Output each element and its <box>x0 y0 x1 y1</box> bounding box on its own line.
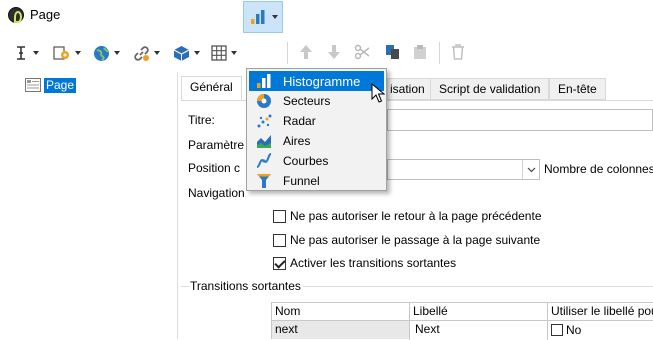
radar-icon <box>255 112 273 130</box>
pie-chart-icon <box>255 92 273 110</box>
menu-item-label: Radar <box>283 114 316 128</box>
enable-transitions-checkbox[interactable] <box>273 256 286 270</box>
chevron-down-icon <box>154 51 160 55</box>
histogram-icon <box>255 72 273 90</box>
chevron-down-icon <box>527 167 535 172</box>
menu-item-histogram[interactable]: Histogramme <box>249 71 384 91</box>
no-next-checkbox[interactable] <box>273 233 286 247</box>
arrow-up-icon <box>300 45 312 59</box>
text-cursor-icon <box>17 46 25 60</box>
funnel-icon <box>255 172 273 190</box>
column-header-label[interactable]: Libellé <box>410 303 548 321</box>
chevron-down-icon <box>272 15 278 19</box>
table-icon <box>211 45 227 61</box>
app-logo-icon <box>8 7 24 23</box>
menu-item-area[interactable]: Aires <box>249 131 384 151</box>
menu-item-label: Histogramme <box>283 73 361 89</box>
tab-personnalisation-label: isation <box>390 82 425 96</box>
menu-item-label: Aires <box>283 134 311 148</box>
insert-link-button[interactable] <box>133 40 160 66</box>
no-back-label: Ne pas autoriser le retour à la page pré… <box>290 209 542 223</box>
page-layout-icon <box>25 78 41 92</box>
copy-button[interactable] <box>385 44 401 63</box>
title-label: Titre: <box>188 113 215 127</box>
bar-chart-icon <box>251 10 265 24</box>
enable-transitions-label: Activer les transitions sortantes <box>290 256 457 270</box>
chevron-down-icon <box>33 51 39 55</box>
delete-button[interactable] <box>451 44 465 63</box>
menu-item-line[interactable]: Courbes <box>249 151 384 171</box>
no-back-checkbox-row[interactable]: Ne pas autoriser le retour à la page pré… <box>273 208 542 224</box>
globe-icon <box>94 45 109 61</box>
area-chart-icon <box>255 132 273 150</box>
no-next-label: Ne pas autoriser le passage à la page su… <box>290 233 541 247</box>
cube-icon <box>173 45 190 61</box>
table-cell-name[interactable]: next <box>272 321 409 339</box>
tab-general[interactable]: Général <box>181 76 242 100</box>
columns-label: Nombre de colonnes <box>544 162 653 176</box>
insert-object-button[interactable] <box>173 40 200 66</box>
gear-add-icon <box>53 46 69 60</box>
navigation-label: Navigation <box>188 186 245 200</box>
insert-table-button[interactable] <box>211 40 237 66</box>
menu-item-label: Courbes <box>283 154 329 168</box>
menu-item-pie[interactable]: Secteurs <box>249 91 384 111</box>
position-select[interactable] <box>387 159 540 180</box>
mouse-cursor-icon <box>371 82 386 106</box>
tab-header[interactable]: En-tête <box>549 78 606 100</box>
menu-item-funnel[interactable]: Funnel <box>249 171 384 191</box>
move-down-button[interactable] <box>327 44 341 63</box>
link-icon <box>134 45 149 61</box>
params-label: Paramètre <box>188 138 245 152</box>
insert-text-button[interactable] <box>13 40 39 66</box>
menu-item-label: Secteurs <box>283 94 331 108</box>
trash-icon <box>452 44 464 60</box>
chevron-down-icon <box>114 51 120 55</box>
tree-item-page[interactable]: Page <box>25 77 77 93</box>
tree-item-label: Page <box>44 77 77 93</box>
no-next-checkbox-row[interactable]: Ne pas autoriser le passage à la page su… <box>273 232 540 248</box>
use-label-value: No <box>566 322 582 337</box>
table-cell-use-label[interactable]: No <box>548 321 653 339</box>
toolbar-separator <box>287 42 288 64</box>
chevron-down-icon <box>231 51 237 55</box>
position-label: Position c <box>188 161 241 175</box>
cut-icon <box>354 44 370 60</box>
column-header-use-label[interactable]: Utiliser le libellé pou <box>548 303 653 321</box>
title-input[interactable] <box>387 109 653 131</box>
group-border <box>181 286 189 287</box>
move-up-button[interactable] <box>299 44 313 63</box>
copy-icon <box>386 45 399 59</box>
arrow-down-icon <box>328 45 340 59</box>
title-bar: Page <box>0 0 653 30</box>
insert-chart-button[interactable] <box>243 1 283 33</box>
paste-icon <box>414 45 426 59</box>
position-select-dropdown[interactable] <box>522 160 539 179</box>
column-header-name[interactable]: Nom <box>272 303 410 321</box>
chevron-down-icon <box>75 51 81 55</box>
insert-field-button[interactable] <box>53 40 81 66</box>
table-cell-label-text: Next <box>415 322 440 336</box>
cut-button[interactable] <box>354 44 370 63</box>
chart-type-menu: Histogramme Secteurs Radar Aires Courbes… <box>246 68 387 191</box>
use-label-checkbox[interactable] <box>551 324 563 336</box>
window-title: Page <box>30 7 61 22</box>
line-chart-icon <box>255 152 273 170</box>
paste-button[interactable] <box>413 44 427 63</box>
group-border <box>303 286 653 287</box>
insert-web-button[interactable] <box>93 40 120 66</box>
enable-transitions-checkbox-row[interactable]: Activer les transitions sortantes <box>273 255 456 271</box>
no-back-checkbox[interactable] <box>273 209 286 223</box>
page-tree: Page <box>0 72 178 339</box>
transitions-table: Nom Libellé Utiliser le libellé pou next… <box>271 302 653 340</box>
table-cell-label[interactable]: Next <box>410 321 547 339</box>
menu-item-label: Funnel <box>283 174 320 188</box>
menu-item-radar[interactable]: Radar <box>249 111 384 131</box>
chevron-down-icon <box>194 51 200 55</box>
toolbar-separator <box>439 42 440 64</box>
tab-script-validation[interactable]: Script de validation <box>430 78 550 100</box>
transitions-group-label: Transitions sortantes <box>190 279 301 293</box>
